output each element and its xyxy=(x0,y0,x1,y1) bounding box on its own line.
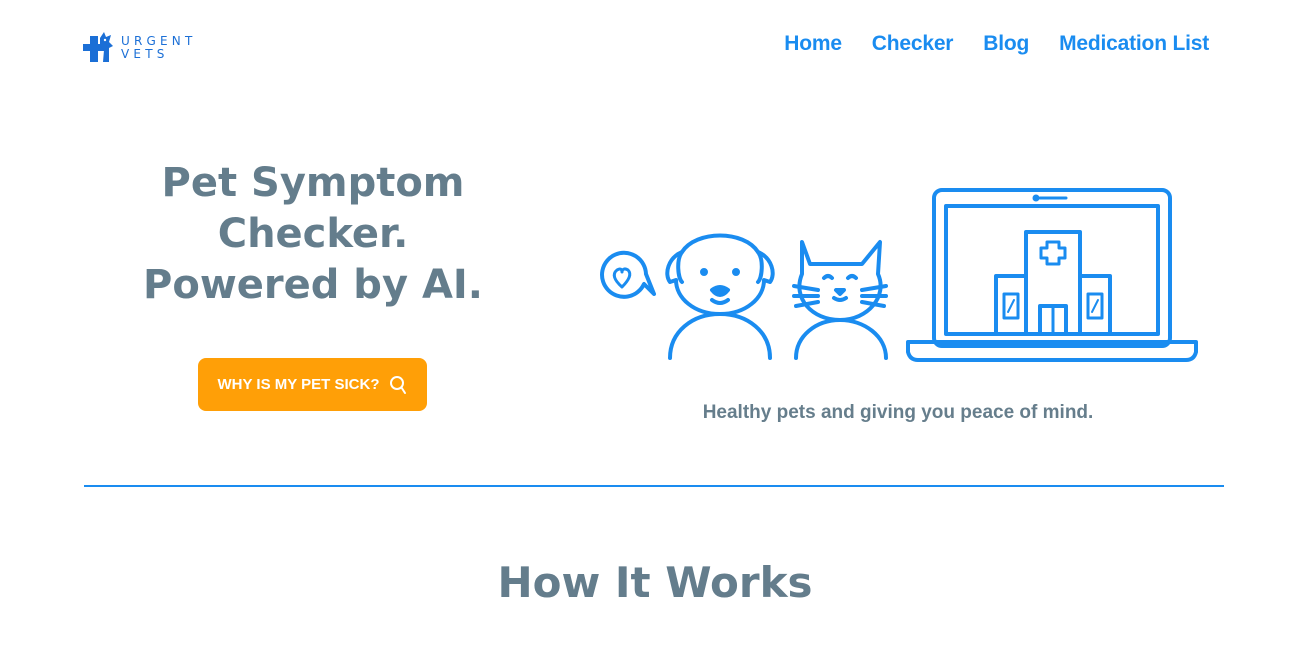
nav-link-blog[interactable]: Blog xyxy=(983,30,1029,58)
why-is-my-pet-sick-button[interactable]: WHY IS MY PET SICK? xyxy=(198,358,427,411)
laptop-hospital-icon xyxy=(906,188,1198,362)
search-icon xyxy=(390,375,407,394)
how-it-works-title: How It Works xyxy=(497,558,813,607)
hero-tagline: Healthy pets and giving you peace of min… xyxy=(702,402,1094,423)
nav-link-medication-list[interactable]: Medication List xyxy=(1059,30,1209,58)
section-divider xyxy=(84,485,1224,487)
cta-label: WHY IS MY PET SICK? xyxy=(217,376,380,393)
nav-link-home[interactable]: Home xyxy=(784,30,842,58)
logo-wordmark: URGENT VETS xyxy=(121,35,197,61)
dog-icon xyxy=(665,233,775,360)
hero-title-line-1: Pet Symptom xyxy=(161,160,465,206)
main-nav: Home Checker Blog Medication List xyxy=(784,30,1209,58)
cat-icon xyxy=(792,240,888,360)
nav-link-checker[interactable]: Checker xyxy=(872,30,954,58)
hero-title-line-2: Checker. xyxy=(217,211,409,257)
logo-line-2: VETS xyxy=(121,47,169,61)
heart-speech-bubble-icon xyxy=(600,250,656,299)
page: URGENT VETS Home Checker Blog Medication… xyxy=(0,0,1310,652)
hero-title-line-3: Powered by AI. xyxy=(143,262,483,308)
brand-logo[interactable]: URGENT VETS xyxy=(83,32,197,64)
pets-telehealth-illustration xyxy=(600,188,1198,362)
hero-title: Pet Symptom Checker. Powered by AI. xyxy=(113,158,513,311)
logo-cross-pet-icon xyxy=(83,32,113,62)
